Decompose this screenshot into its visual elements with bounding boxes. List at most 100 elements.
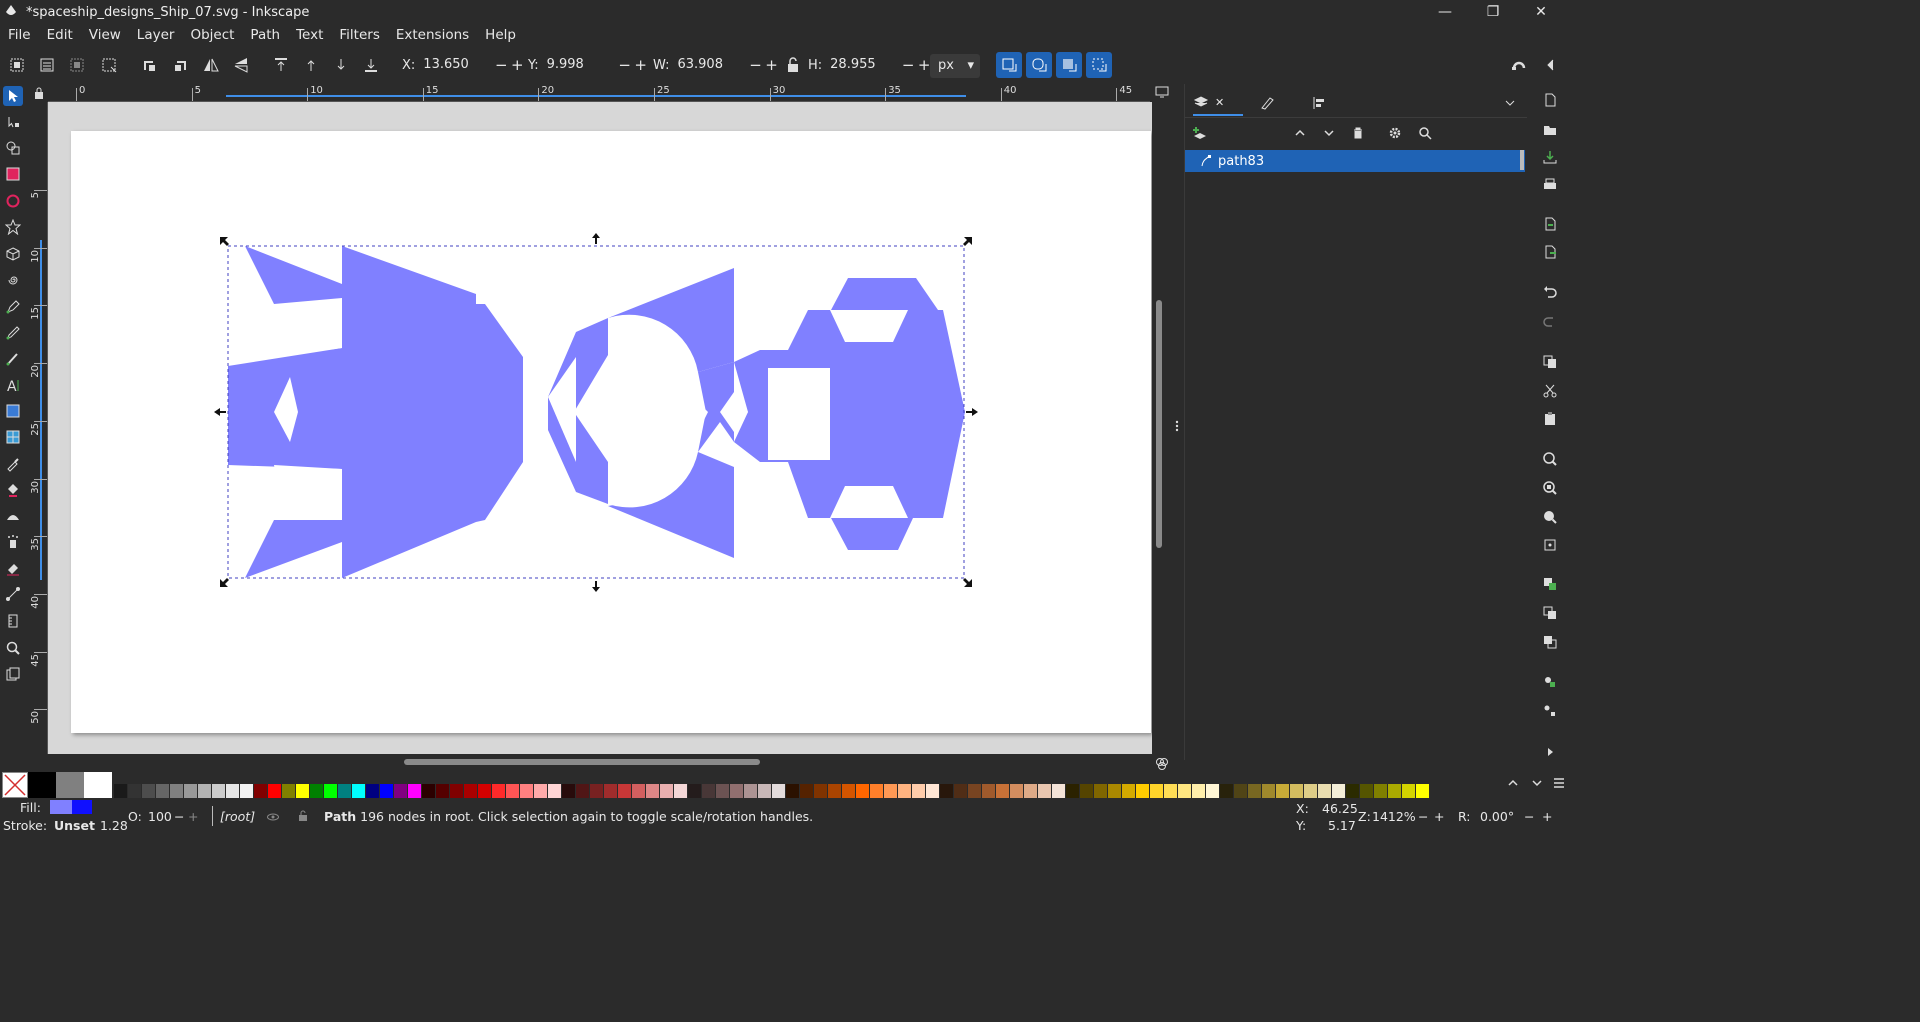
lower-to-bottom-icon[interactable] [358, 52, 384, 78]
import-icon[interactable] [1540, 214, 1560, 234]
vertical-ruler[interactable]: 5 10 15 20 25 30 35 40 45 50 [30, 102, 48, 754]
print-icon[interactable] [1540, 175, 1560, 195]
palette-swatch[interactable] [772, 784, 785, 798]
no-paint-swatch[interactable] [2, 772, 28, 798]
palette-swatch[interactable] [912, 784, 925, 798]
palette-swatch[interactable] [492, 784, 505, 798]
rotation-decrement-button[interactable]: − [1524, 809, 1534, 824]
canvas[interactable] [48, 102, 1152, 754]
palette-swatch[interactable] [744, 784, 757, 798]
palette-swatch[interactable] [968, 784, 981, 798]
unlink-clone-icon[interactable] [1540, 632, 1560, 652]
add-layer-icon[interactable] [1191, 124, 1209, 142]
opacity-decrement-button[interactable]: − [174, 809, 184, 824]
palette-swatch[interactable] [828, 784, 841, 798]
palette-swatch[interactable] [618, 784, 631, 798]
resize-handle-top-right[interactable] [963, 237, 972, 246]
close-tab-icon[interactable]: ✕ [1215, 96, 1224, 109]
palette-swatch[interactable] [632, 784, 645, 798]
palette-swatch[interactable] [1346, 784, 1359, 798]
resize-handle-bottom-right[interactable] [963, 578, 972, 587]
mesh-tool-icon[interactable] [3, 427, 23, 447]
palette-swatch[interactable] [590, 784, 603, 798]
flip-vertical-icon[interactable] [228, 52, 254, 78]
panel-scrollbar[interactable] [1520, 150, 1524, 170]
palette-swatch[interactable] [576, 784, 589, 798]
zoom-decrement-button[interactable]: − [1418, 809, 1428, 824]
palette-swatch[interactable] [226, 784, 239, 798]
palette-swatch[interactable] [394, 784, 407, 798]
palette-swatch[interactable] [506, 784, 519, 798]
palette-swatch[interactable] [212, 784, 225, 798]
palette-swatch[interactable] [128, 784, 141, 798]
search-icon[interactable] [1416, 124, 1434, 142]
zoom-increment-button[interactable]: + [1434, 809, 1444, 824]
palette-swatch[interactable] [436, 784, 449, 798]
zoom-selection-icon[interactable] [1540, 449, 1560, 469]
palette-swatch[interactable] [884, 784, 897, 798]
resize-handle-bottom-left[interactable] [220, 578, 229, 587]
tweak-tool-icon[interactable] [3, 506, 23, 526]
copy-icon[interactable] [1540, 352, 1560, 372]
panel-menu-chevron-icon[interactable] [1503, 90, 1523, 116]
move-up-icon[interactable] [1291, 124, 1309, 142]
stroke-value[interactable]: Unset [54, 818, 95, 833]
zoom-page-icon[interactable] [1540, 507, 1560, 527]
palette-swatch[interactable] [366, 784, 379, 798]
lock-ratio-icon[interactable] [780, 52, 806, 78]
palette-swatch[interactable] [1010, 784, 1023, 798]
node-tool-icon[interactable] [3, 112, 23, 132]
layer-lock-icon[interactable] [296, 809, 310, 823]
palette-swatch[interactable] [1122, 784, 1135, 798]
tab-fill-stroke[interactable] [1259, 90, 1283, 116]
resize-handle-left[interactable] [214, 408, 226, 416]
horizontal-scrollbar[interactable] [404, 759, 760, 765]
h-decrement-button[interactable]: − [900, 56, 916, 74]
move-patterns-icon[interactable] [1086, 52, 1112, 78]
palette-swatch[interactable] [142, 784, 155, 798]
snap-toggle-icon[interactable] [1506, 52, 1532, 78]
rectangle-tool-icon[interactable] [3, 164, 23, 184]
palette-swatch[interactable] [1304, 784, 1317, 798]
palette-swatch[interactable] [338, 784, 351, 798]
3d-box-tool-icon[interactable] [3, 244, 23, 264]
layer-visibility-eye-icon[interactable] [266, 810, 280, 824]
palette-swatch[interactable] [548, 784, 561, 798]
duplicate-icon[interactable] [1540, 574, 1560, 594]
select-all-layers-icon[interactable] [34, 52, 60, 78]
palette-swatch[interactable] [674, 784, 687, 798]
color-management-icon[interactable] [1154, 756, 1170, 772]
menu-path[interactable]: Path [242, 27, 288, 43]
raise-icon[interactable] [298, 52, 324, 78]
w-increment-button[interactable]: + [763, 56, 779, 74]
palette-swatch[interactable] [954, 784, 967, 798]
x-input[interactable]: 13.650 [421, 54, 493, 76]
palette-swatch[interactable] [1108, 784, 1121, 798]
minimize-button[interactable]: — [1422, 0, 1468, 24]
resize-handle-right[interactable] [966, 408, 978, 416]
palette-swatch[interactable] [870, 784, 883, 798]
palette-swatch[interactable] [1332, 784, 1345, 798]
flip-horizontal-icon[interactable] [198, 52, 224, 78]
move-gradients-icon[interactable] [1056, 52, 1082, 78]
palette-swatch[interactable] [926, 784, 939, 798]
palette-swatch[interactable] [1024, 784, 1037, 798]
menu-help[interactable]: Help [477, 27, 524, 43]
ruler-corner-lock-icon[interactable] [30, 84, 48, 102]
select-all-icon[interactable] [4, 52, 30, 78]
y-input[interactable]: 9.998 [545, 54, 617, 76]
spiral-tool-icon[interactable] [3, 270, 23, 290]
palette-scroll-down-icon[interactable] [1530, 776, 1544, 790]
rotate-cw-icon[interactable] [167, 52, 193, 78]
scale-stroke-icon[interactable] [996, 52, 1022, 78]
close-button[interactable]: ✕ [1518, 0, 1564, 24]
x-increment-button[interactable]: + [509, 56, 525, 74]
palette-swatch[interactable] [982, 784, 995, 798]
scale-corners-icon[interactable] [1026, 52, 1052, 78]
palette-swatch[interactable] [240, 784, 253, 798]
palette-swatch[interactable] [380, 784, 393, 798]
palette-swatch[interactable] [1038, 784, 1051, 798]
ungroup-icon[interactable] [1540, 701, 1560, 721]
palette-swatch[interactable] [814, 784, 827, 798]
h-input[interactable]: 28.955 [828, 54, 900, 76]
